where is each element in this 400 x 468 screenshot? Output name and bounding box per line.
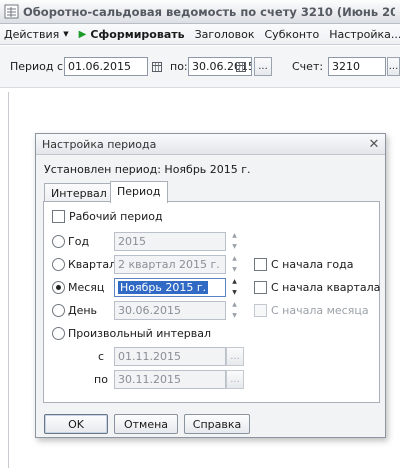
subconto-button[interactable]: Субконто bbox=[261, 25, 324, 44]
help-button[interactable]: Справка bbox=[184, 414, 250, 434]
quarter-input[interactable]: 2 квартал 2015 г. bbox=[114, 255, 226, 274]
period-status-text: Установлен период: Ноябрь 2015 г. bbox=[44, 163, 251, 176]
mode-custom-radio[interactable] bbox=[52, 327, 65, 340]
mode-year-radio[interactable] bbox=[52, 235, 65, 248]
period-from-label: Период с: bbox=[10, 60, 67, 73]
day-spinner[interactable]: ▲ ▼ bbox=[228, 301, 241, 320]
tab-period[interactable]: Период bbox=[110, 181, 168, 203]
calendar-icon[interactable] bbox=[149, 58, 164, 75]
chevron-down-icon: ▼ bbox=[63, 30, 69, 38]
calendar-icon[interactable] bbox=[233, 58, 248, 75]
custom-from-value: 01.11.2015 bbox=[118, 350, 181, 363]
mode-year-label: Год bbox=[68, 235, 90, 248]
actions-menu-label: Действия bbox=[4, 27, 60, 41]
ok-button[interactable]: OK bbox=[44, 414, 108, 434]
quarter-value: 2 квартал 2015 г. bbox=[118, 258, 220, 271]
mode-quarter-label: Квартал bbox=[68, 258, 117, 271]
tab-interval-label: Интервал bbox=[51, 187, 107, 200]
from-month-start-label: С начала месяца bbox=[271, 304, 369, 317]
account-select-button[interactable]: ... bbox=[387, 57, 400, 76]
account-value: 3210 bbox=[332, 60, 360, 73]
custom-to-value: 30.11.2015 bbox=[118, 373, 181, 386]
report-area-border bbox=[8, 92, 9, 468]
subconto-label: Субконто bbox=[264, 27, 320, 41]
play-icon: ▶ bbox=[78, 28, 87, 40]
custom-to-select-button[interactable]: ... bbox=[226, 370, 244, 389]
actions-menu-button[interactable]: Действия ▼ bbox=[0, 25, 73, 44]
day-input[interactable]: 30.06.2015 bbox=[114, 301, 226, 320]
tab-period-label: Период bbox=[117, 185, 161, 198]
from-year-start-checkbox[interactable] bbox=[254, 258, 267, 271]
mode-month-radio[interactable] bbox=[52, 281, 65, 294]
spin-down-icon: ▼ bbox=[232, 266, 237, 273]
custom-from-label: с bbox=[98, 350, 105, 363]
from-year-start-label: С начала года bbox=[271, 258, 354, 271]
help-label: Справка bbox=[192, 417, 242, 431]
custom-to-label: по bbox=[94, 373, 108, 386]
working-period-checkbox[interactable] bbox=[52, 210, 65, 223]
app-icon bbox=[3, 4, 19, 20]
mode-day-label: День bbox=[68, 304, 98, 317]
cancel-button[interactable]: Отмена bbox=[114, 414, 178, 434]
account-input[interactable]: 3210 bbox=[328, 57, 386, 76]
spin-up-icon: ▲ bbox=[232, 301, 237, 308]
ellipsis-label: ... bbox=[388, 61, 399, 72]
mode-month-label: Месяц bbox=[68, 281, 105, 294]
day-value: 30.06.2015 bbox=[118, 304, 181, 317]
spin-down-icon: ▼ bbox=[232, 243, 237, 250]
period-to-label: по: bbox=[170, 60, 188, 73]
from-month-start-checkbox[interactable] bbox=[254, 304, 267, 317]
quarter-spinner[interactable]: ▲ ▼ bbox=[228, 255, 241, 274]
period-from-value: 01.06.2015 bbox=[68, 60, 131, 73]
cancel-label: Отмена bbox=[123, 417, 169, 431]
report-parameters-panel: Период с: 01.06.2015 по: 30.06.2015 ... … bbox=[0, 46, 400, 88]
custom-from-input[interactable]: 01.11.2015 bbox=[114, 347, 226, 366]
month-input[interactable]: Ноябрь 2015 г. bbox=[114, 278, 226, 297]
account-label: Счет: bbox=[292, 60, 324, 73]
generate-button[interactable]: ▶ Сформировать bbox=[75, 25, 189, 44]
year-spinner[interactable]: ▲ ▼ bbox=[228, 232, 241, 251]
from-quarter-start-label: С начала квартала bbox=[271, 281, 381, 294]
spin-up-icon: ▲ bbox=[232, 255, 237, 262]
settings-button[interactable]: Настройка... bbox=[325, 25, 400, 44]
spin-down-icon: ▼ bbox=[232, 312, 237, 319]
close-icon[interactable]: ✕ bbox=[366, 136, 382, 152]
ellipsis-label: ... bbox=[230, 351, 240, 362]
ellipsis-label: ... bbox=[258, 61, 268, 72]
year-input[interactable]: 2015 bbox=[114, 232, 226, 251]
period-settings-dialog: Настройка периода ✕ Установлен период: Н… bbox=[35, 133, 386, 438]
year-value: 2015 bbox=[118, 235, 146, 248]
tab-interval[interactable]: Интервал bbox=[44, 183, 114, 203]
settings-label: Настройка... bbox=[329, 27, 400, 41]
spin-up-icon: ▲ bbox=[232, 278, 237, 285]
custom-from-select-button[interactable]: ... bbox=[226, 347, 244, 366]
ok-label: OK bbox=[68, 417, 84, 431]
ellipsis-label: ... bbox=[230, 374, 240, 385]
mode-quarter-radio[interactable] bbox=[52, 258, 65, 271]
spin-up-icon: ▲ bbox=[232, 232, 237, 239]
month-spinner[interactable]: ▲ ▼ bbox=[228, 278, 241, 297]
period-select-button[interactable]: ... bbox=[254, 57, 272, 76]
working-period-label: Рабочий период bbox=[69, 210, 163, 223]
mode-custom-label: Произвольный интервал bbox=[68, 327, 211, 340]
from-quarter-start-checkbox[interactable] bbox=[254, 281, 267, 294]
window-title: Оборотно-сальдовая ведомость по счету 32… bbox=[23, 4, 395, 19]
period-from-input[interactable]: 01.06.2015 bbox=[64, 57, 148, 76]
spin-down-icon: ▼ bbox=[232, 289, 237, 296]
mode-day-radio[interactable] bbox=[52, 304, 65, 317]
generate-label: Сформировать bbox=[90, 27, 185, 41]
dialog-title: Настройка периода bbox=[42, 138, 157, 151]
header-button[interactable]: Заголовок bbox=[191, 25, 259, 44]
header-label: Заголовок bbox=[194, 27, 255, 41]
period-tab-panel: Рабочий период Год 2015 ▲ ▼ Квартал 2 кв… bbox=[43, 201, 380, 403]
window-titlebar: Оборотно-сальдовая ведомость по счету 32… bbox=[0, 0, 400, 24]
month-value: Ноябрь 2015 г. bbox=[118, 281, 209, 294]
toolbar: Действия ▼ ▶ Сформировать Заголовок Субк… bbox=[0, 24, 400, 45]
dialog-titlebar: Настройка периода ✕ bbox=[36, 134, 385, 155]
custom-to-input[interactable]: 30.11.2015 bbox=[114, 370, 226, 389]
